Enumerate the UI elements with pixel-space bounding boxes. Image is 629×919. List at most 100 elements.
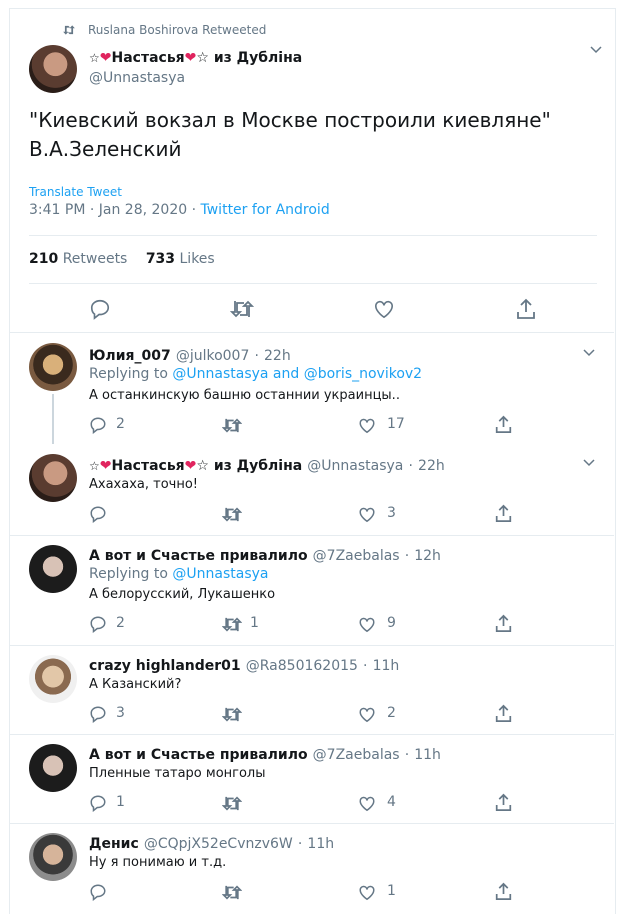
divider: [10, 645, 614, 646]
like-heart-icon[interactable]: [358, 417, 376, 434]
star-icon: ☆: [89, 51, 100, 65]
reply-text: Ну я понимаю и т.д.: [89, 855, 227, 870]
reply-author-name[interactable]: А вот и Счастье привалило: [89, 548, 308, 564]
heart-emoji-icon: ❤: [99, 458, 112, 474]
share-icon[interactable]: [495, 882, 512, 901]
replying-to-link[interactable]: @Unnastasya and @boris_novikov2: [172, 366, 422, 382]
retweet-icon[interactable]: [222, 417, 242, 434]
share-icon[interactable]: [495, 704, 512, 723]
reply-icon[interactable]: [89, 505, 107, 523]
like-heart-icon[interactable]: [358, 795, 376, 812]
divider: [10, 332, 614, 333]
tweet-source-link[interactable]: Twitter for Android: [201, 202, 330, 218]
main-tweet-author-name[interactable]: ☆❤Настасья❤☆ из Дубліна: [89, 50, 302, 66]
avatar[interactable]: [29, 744, 77, 792]
reply-text: Ахахаха, точно!: [89, 477, 199, 492]
reply-count: 2: [116, 416, 125, 432]
reply-time[interactable]: 12h: [414, 548, 441, 564]
share-icon[interactable]: [495, 614, 512, 633]
reply-author-name[interactable]: ☆❤Настасья❤☆ из Дубліна: [89, 458, 302, 474]
retweet-icon[interactable]: [222, 706, 242, 723]
reply-text: Пленные татаро монголы: [89, 766, 266, 781]
reply-time[interactable]: 22h: [418, 458, 445, 474]
thread-line: [52, 394, 54, 444]
chevron-down-icon[interactable]: [583, 349, 595, 357]
reply-author-name[interactable]: crazy highlander01: [89, 658, 241, 674]
share-icon[interactable]: [495, 793, 512, 812]
chevron-down-icon[interactable]: [583, 459, 595, 467]
retweet-count: 1: [250, 615, 259, 631]
divider: [29, 283, 597, 284]
reply-time[interactable]: 11h: [373, 658, 400, 674]
reply-icon[interactable]: [89, 883, 107, 901]
divider: [10, 734, 614, 735]
reply-handle[interactable]: @CQpjX52eCvnzv6W: [144, 836, 293, 852]
reply-author-name[interactable]: Денис: [89, 836, 139, 852]
reply-text: А останкинскую башню останнии украинцы..: [89, 388, 400, 403]
share-icon[interactable]: [495, 504, 512, 523]
tweet-stats: 210 Retweets 733 Likes: [29, 251, 215, 267]
like-heart-icon[interactable]: [358, 884, 376, 901]
reply-icon[interactable]: [89, 298, 111, 320]
reply-count: 1: [116, 794, 125, 810]
reply-time[interactable]: 11h: [307, 836, 334, 852]
reply-header: Юлия_007 @julko007 · 22h: [89, 348, 291, 364]
retweet-context-label[interactable]: Ruslana Boshirova Retweeted: [88, 23, 266, 37]
avatar[interactable]: [29, 45, 77, 93]
divider: [10, 823, 614, 824]
reply-header: ☆❤Настасья❤☆ из Дубліна @Unnastasya · 22…: [89, 458, 445, 474]
reply-icon[interactable]: [89, 794, 107, 812]
avatar[interactable]: [29, 655, 77, 703]
retweets-stat[interactable]: 210 Retweets: [29, 251, 127, 267]
reply-header: А вот и Счастье привалило @7Zaebalas · 1…: [89, 548, 441, 564]
reply-count: 3: [116, 705, 125, 721]
reply-handle[interactable]: @julko007: [176, 348, 250, 364]
reply-header: Денис @CQpjX52eCvnzv6W · 11h: [89, 836, 335, 852]
like-heart-icon[interactable]: [373, 299, 395, 319]
like-count: 17: [387, 416, 405, 432]
avatar[interactable]: [29, 545, 77, 593]
reply-text: А Казанский?: [89, 677, 182, 692]
retweet-icon[interactable]: [222, 506, 242, 523]
like-count: 1: [387, 883, 396, 899]
reply-author-name[interactable]: Юлия_007: [89, 348, 171, 364]
reply-handle[interactable]: @7Zaebalas: [313, 548, 400, 564]
replying-to-link[interactable]: @Unnastasya: [172, 566, 268, 582]
main-tweet-handle[interactable]: @Unnastasya: [89, 70, 185, 86]
chevron-down-icon[interactable]: [590, 46, 602, 54]
reply-icon[interactable]: [89, 416, 107, 434]
reply-time[interactable]: 22h: [264, 348, 291, 364]
avatar[interactable]: [29, 343, 77, 391]
like-count: 3: [387, 505, 396, 521]
star-icon: ☆: [89, 459, 100, 473]
replying-to: Replying to @Unnastasya and @boris_novik…: [89, 366, 423, 382]
like-heart-icon[interactable]: [358, 706, 376, 723]
tweet-timestamp[interactable]: 3:41 PM · Jan 28, 2020: [29, 202, 187, 218]
reply-handle[interactable]: @Unnastasya: [307, 458, 403, 474]
tweet-meta: 3:41 PM · Jan 28, 2020 · Twitter for And…: [29, 202, 330, 218]
reply-handle[interactable]: @Ra850162015: [246, 658, 358, 674]
retweet-icon[interactable]: [222, 616, 242, 633]
heart-emoji-icon: ❤: [184, 458, 197, 474]
like-count: 2: [387, 705, 396, 721]
reply-author-name[interactable]: А вот и Счастье привалило: [89, 747, 308, 763]
translate-tweet-link[interactable]: Translate Tweet: [29, 185, 122, 199]
reply-icon[interactable]: [89, 615, 107, 633]
like-heart-icon[interactable]: [358, 616, 376, 633]
like-heart-icon[interactable]: [358, 506, 376, 523]
retweet-icon[interactable]: [222, 795, 242, 812]
share-icon[interactable]: [495, 415, 512, 434]
reply-handle[interactable]: @7Zaebalas: [313, 747, 400, 763]
avatar[interactable]: [29, 833, 77, 881]
retweet-icon[interactable]: [230, 299, 254, 319]
like-count: 4: [387, 794, 396, 810]
avatar[interactable]: [29, 454, 77, 502]
likes-stat[interactable]: 733 Likes: [146, 251, 215, 267]
reply-icon[interactable]: [89, 705, 107, 723]
retweet-icon: [62, 24, 76, 36]
retweet-icon[interactable]: [222, 884, 242, 901]
share-icon[interactable]: [516, 298, 536, 320]
heart-emoji-icon: ❤: [99, 50, 112, 66]
replying-to: Replying to @Unnastasya: [89, 566, 269, 582]
reply-time[interactable]: 11h: [414, 747, 441, 763]
